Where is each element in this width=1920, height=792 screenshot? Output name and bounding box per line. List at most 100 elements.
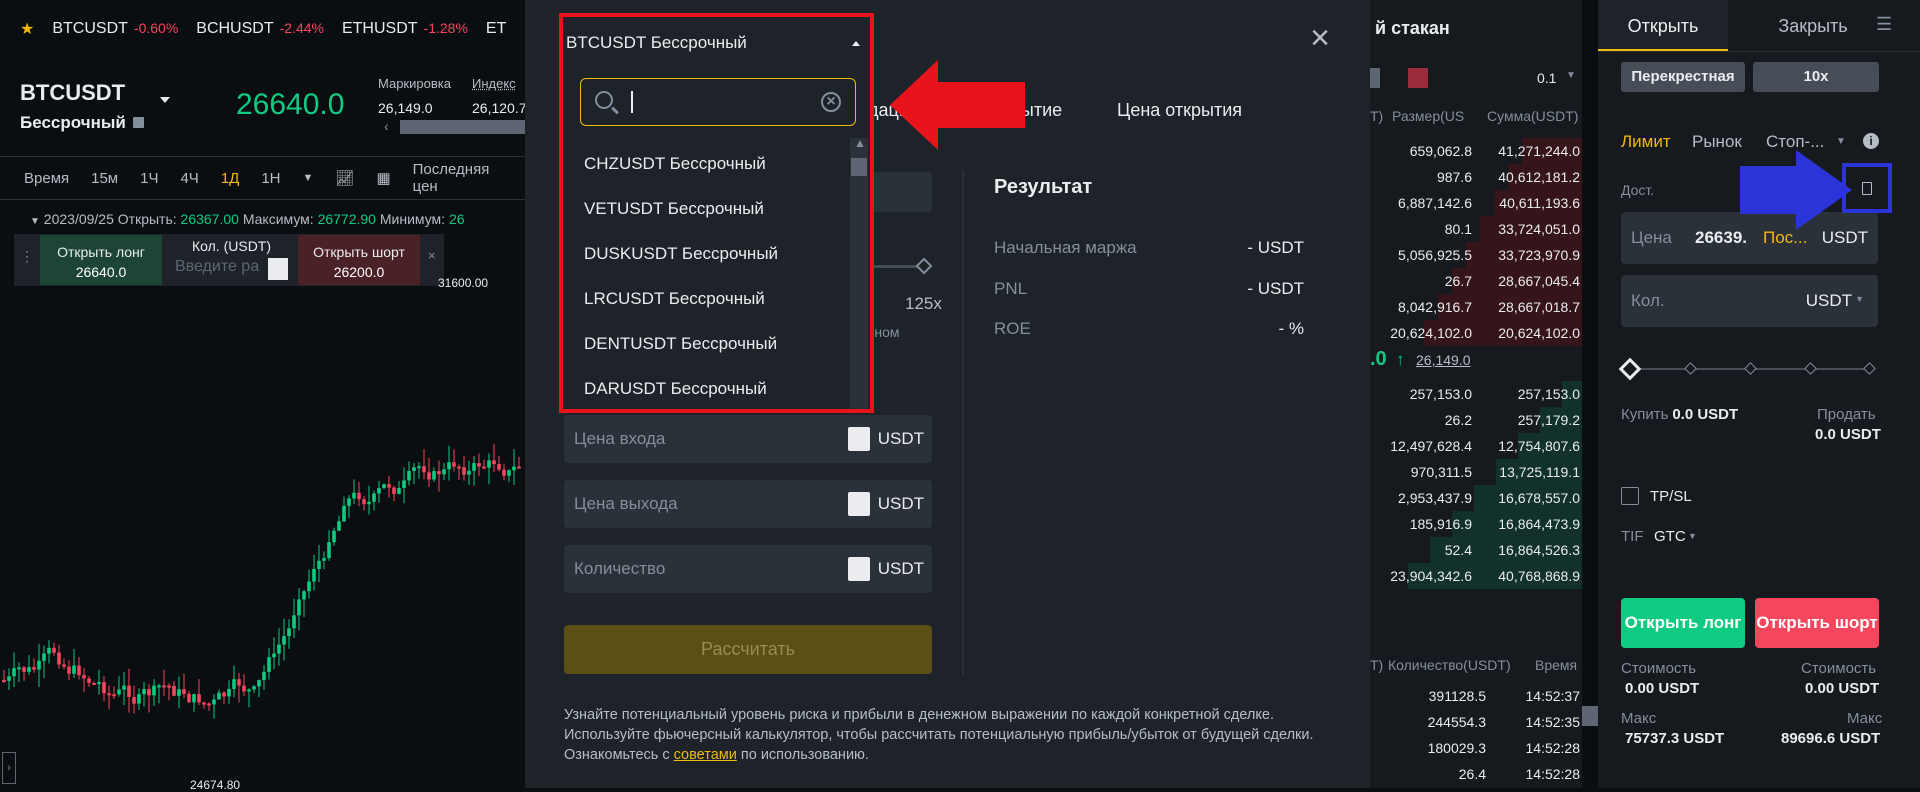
ask-row[interactable]: 26.7 28,667,045.4 [1370,268,1582,294]
book-view-icon[interactable] [1370,68,1380,88]
candle-body [292,615,296,629]
ask-row[interactable]: 5,056,925.5 33,723,970.9 [1370,242,1582,268]
bid-row[interactable]: 257,153.0 257,153.0 [1370,381,1582,407]
indicator-icon[interactable]: 📈︎ [335,169,354,187]
open-short-button[interactable]: Открыть шорт [1755,598,1879,648]
ticker-item[interactable]: ETHUSDT -1.28% [342,20,468,38]
quantity-stepper[interactable] [848,557,870,581]
leverage-button[interactable]: 10x [1753,62,1879,92]
ohlc-open: 26367.00 [180,211,239,227]
bid-row[interactable]: 185,916.9 16,864,473.9 [1370,511,1582,537]
book-step-select[interactable]: 0.1 [1537,70,1556,86]
tif-select[interactable]: GTC [1654,528,1686,545]
candle-body [127,685,131,698]
last-price-toggle[interactable]: Последняя цен [413,161,503,195]
bid-sum: 13,725,119.1 [1499,464,1580,480]
book-col-size: Размер(US [1392,108,1465,124]
favorite-star-icon[interactable]: ★ [20,19,34,39]
candle-body [72,665,76,674]
ask-row[interactable]: 987.6 40,612,181.2 [1370,164,1582,190]
exit-price-field[interactable]: Цена выхода USDT [564,480,932,528]
quick-short-price: 26200.0 [333,264,385,280]
trade-row: 26.4 14:52:28 [1370,766,1582,788]
close-icon[interactable]: × [1306,21,1334,55]
ask-row[interactable]: 6,887,142.6 40,611,193.6 [1370,190,1582,216]
entry-price-field[interactable]: Цена входа USDT [564,415,932,463]
candle-body [32,667,36,670]
ask-row[interactable]: 8,042,916.7 28,667,018.7 [1370,294,1582,320]
timeframe-1w[interactable]: 1Н [261,170,280,187]
order-type-limit[interactable]: Лимит [1621,132,1671,152]
book-asks-icon[interactable] [1408,68,1428,88]
header-scrollbar[interactable] [400,120,525,134]
price-last-button[interactable]: Пос... [1763,228,1807,248]
entry-price-placeholder: Цена входа [574,429,666,448]
bid-row[interactable]: 23,904,342.6 40,768,868.9 [1370,563,1582,589]
entry-price-stepper[interactable] [848,427,870,451]
candle-body [87,678,91,683]
qty-unit-select[interactable]: USDT [1806,291,1852,311]
candle-body [507,470,511,476]
timeframe-15m[interactable]: 15м [91,170,118,187]
quick-long-button[interactable]: Открыть лонг 26640.0 [40,235,162,285]
tips-link[interactable]: советами [674,747,737,763]
timeframe-time[interactable]: Время [24,170,69,187]
result-row-pnl: PNL - USDT [994,279,1304,299]
quick-qty-input[interactable]: Введите ра [175,258,275,276]
mid-mark-price: 26,149.0 [1416,352,1471,368]
ticker-item[interactable]: BCHUSDT -2.44% [196,20,324,38]
open-long-button[interactable]: Открыть лонг [1621,598,1745,648]
quick-short-button[interactable]: Открыть шорт 26200.0 [298,235,420,285]
quantity-field[interactable]: Количество USDT [564,545,932,593]
ticker-item[interactable]: ET [486,20,506,38]
ask-size: 659,062.8 [1409,143,1472,159]
trades-scrollbar[interactable] [1582,706,1598,726]
tab-open[interactable]: Открыть [1598,0,1728,51]
candle-body [297,599,301,616]
bid-row[interactable]: 52.4 16,864,526.3 [1370,537,1582,563]
settings-sliders-icon[interactable]: ☰ [1876,14,1892,35]
timeframe-more-icon[interactable]: ▼ [303,172,314,184]
symbol-caret-icon[interactable] [160,97,170,103]
candlestick-chart[interactable] [0,240,525,788]
ask-row[interactable]: 20,624,102.0 20,624,102.0 [1370,320,1582,346]
margin-mode-button[interactable]: Перекрестная [1621,62,1745,92]
bid-row[interactable]: 26.2 257,179.2 [1370,407,1582,433]
candle-body [477,463,481,467]
tab-open-price[interactable]: Цена открытия [1117,100,1242,121]
bid-sum: 16,678,557.0 [1498,490,1580,506]
tpsl-checkbox[interactable] [1621,487,1639,505]
calculate-button[interactable]: Рассчитать [564,625,932,674]
result-value: - % [1278,319,1305,338]
symbol-title[interactable]: BTCUSDT [20,80,125,106]
quick-qty-stepper[interactable] [268,258,288,280]
order-type-market[interactable]: Рынок [1692,132,1742,152]
candle-body [402,480,406,488]
ask-row[interactable]: 659,062.8 41,271,244.0 [1370,138,1582,164]
buy-amount: Купить 0.0 USDT [1621,406,1738,423]
trade-row: 391128.5 14:52:37 [1370,688,1582,710]
candle-body [252,686,256,690]
chart-expand-icon[interactable]: › [2,752,16,784]
candle-body [42,653,46,661]
tab-close[interactable]: Закрыть [1748,0,1878,51]
bid-row[interactable]: 12,497,628.4 12,754,807.6 [1370,433,1582,459]
qty-field[interactable]: Кол. USDT ▼ [1621,275,1878,327]
bid-row[interactable]: 2,953,437.9 16,678,557.0 [1370,485,1582,511]
bid-row[interactable]: 970,311.5 13,725,119.1 [1370,459,1582,485]
candle-body [287,628,291,637]
timeframe-1h[interactable]: 1Ч [140,170,158,187]
info-icon[interactable]: i [1863,133,1879,149]
calculator-note: Узнайте потенциальный уровень риска и пр… [564,705,1324,765]
timeframe-4h[interactable]: 4Ч [180,170,198,187]
scroll-left-icon[interactable]: ‹ [384,118,389,134]
collapse-icon[interactable]: ▼ [30,216,40,227]
timeframe-1d[interactable]: 1Д [221,170,240,187]
calculator-icon[interactable]: ▦ [376,169,390,187]
quick-close-icon[interactable]: × [428,248,436,263]
ticker-item[interactable]: BTCUSDT -0.60% [52,20,178,38]
leverage-input[interactable] [872,172,932,212]
order-type-stop[interactable]: Стоп-... [1766,132,1824,152]
exit-price-stepper[interactable] [848,492,870,516]
ask-row[interactable]: 80.1 33,724,051.0 [1370,216,1582,242]
